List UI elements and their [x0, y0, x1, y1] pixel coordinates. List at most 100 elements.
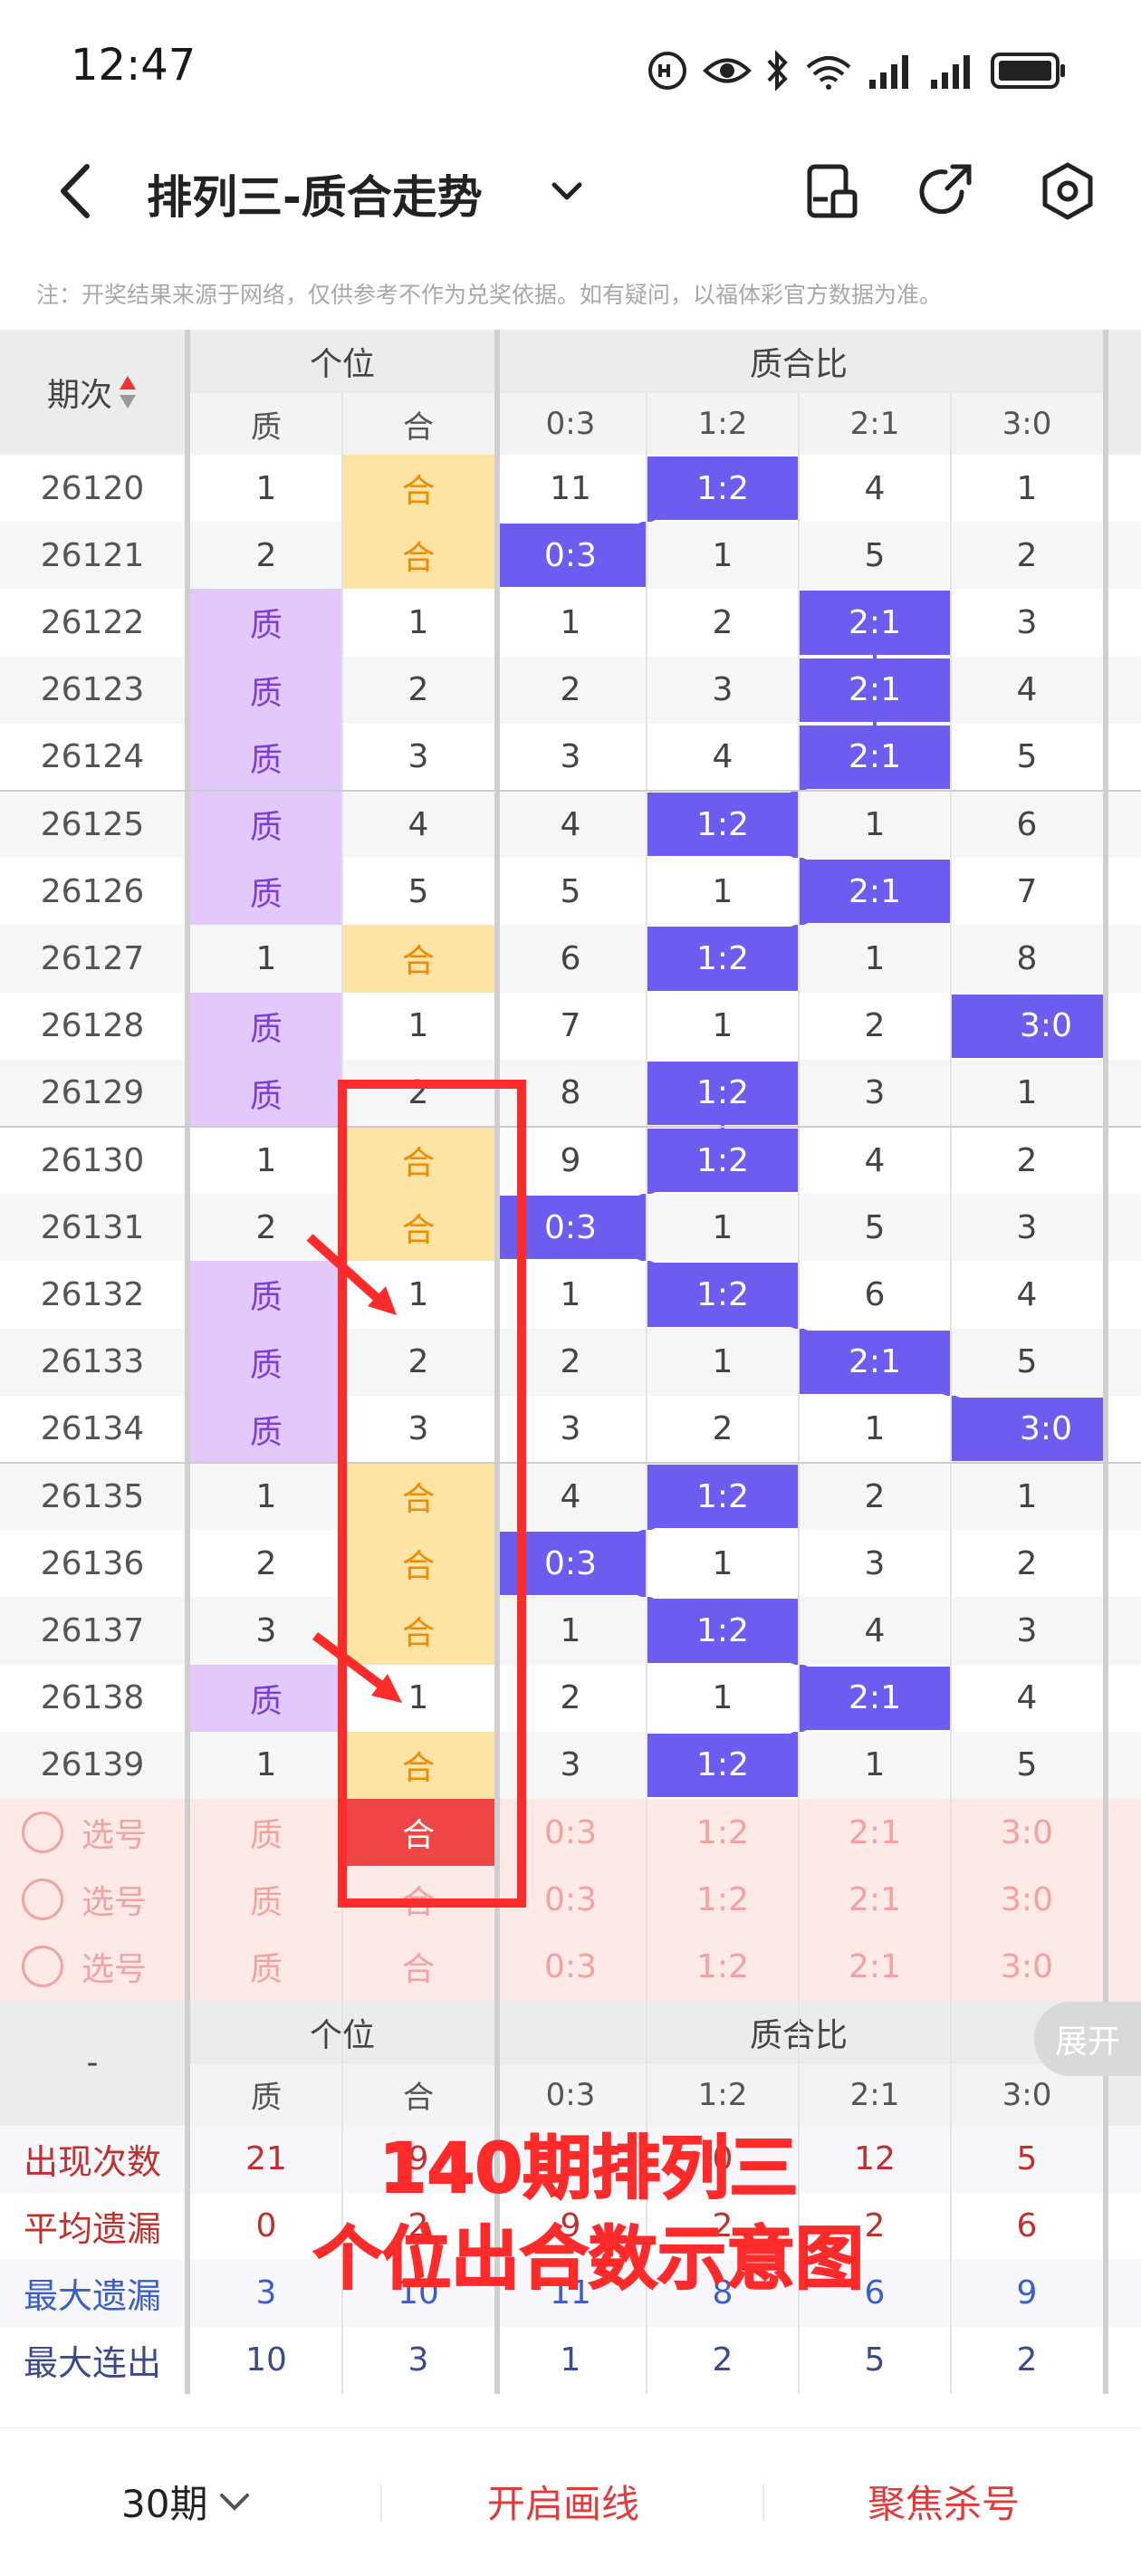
ratio-cell: 4	[799, 1127, 951, 1195]
edge-cell	[1103, 723, 1141, 791]
signal-icon-1	[869, 55, 908, 89]
status-bar: 12:47	[0, 0, 1141, 136]
he-cell: 合	[342, 925, 494, 993]
share-icon[interactable]	[915, 159, 978, 223]
select-option[interactable]: 质	[190, 1866, 342, 1934]
select-option[interactable]: 0:3	[494, 1933, 647, 2001]
issue-cell: 26123	[0, 656, 185, 724]
period-selector[interactable]: 30期	[121, 2474, 253, 2529]
ratio-cell: 5	[799, 1194, 951, 1262]
column-divider	[185, 330, 190, 2394]
column-divider-thin	[950, 393, 952, 2394]
ratio-cell: 3	[951, 589, 1103, 657]
page-title[interactable]: 排列三-质合走势	[147, 161, 483, 226]
select-option[interactable]: 1:2	[647, 1799, 799, 1867]
ratio-cell: 2	[494, 1328, 647, 1396]
edge-cell	[1103, 925, 1141, 993]
select-option[interactable]: 0:3	[494, 1866, 647, 1934]
ratio-cell: 3	[494, 723, 647, 791]
he-cell: 合	[342, 1530, 494, 1598]
he-cell: 合	[342, 1731, 494, 1799]
expand-button[interactable]: 展开	[1034, 2002, 1141, 2076]
select-option[interactable]: 2:1	[799, 1933, 951, 2001]
stat-value: 21	[190, 2125, 342, 2193]
issue-cell: 26134	[0, 1395, 185, 1463]
select-option[interactable]: 1:2	[647, 1933, 799, 2001]
select-option[interactable]: 3:0	[951, 1866, 1103, 1934]
ratio-cell: 1	[647, 858, 799, 926]
ratio-cell: 1:2	[647, 793, 799, 857]
zhi-cell: 1	[190, 1463, 342, 1531]
edge-cell	[1103, 589, 1141, 657]
ratio-cell: 2	[647, 1395, 799, 1463]
stat-value: 2	[647, 2326, 799, 2394]
select-option[interactable]: 质	[190, 1799, 342, 1867]
select-option[interactable]: 合	[342, 1933, 494, 2001]
select-option[interactable]: 0:3	[494, 1799, 647, 1867]
he-cell: 3	[342, 723, 494, 791]
select-option[interactable]: 合	[342, 1799, 494, 1867]
select-radio-icon[interactable]	[22, 1879, 63, 1921]
select-option[interactable]: 2:1	[799, 1799, 951, 1867]
ratio-cell: 1	[799, 925, 951, 993]
bluetooth-icon	[767, 50, 788, 91]
edge-cell	[1103, 791, 1141, 859]
sub-header-2: 0:3	[494, 393, 647, 455]
select-option[interactable]: 2:1	[799, 1866, 951, 1934]
select-option[interactable]: 合	[342, 1866, 494, 1934]
device-switch-icon[interactable]	[801, 159, 864, 223]
edge-cell	[1103, 522, 1141, 590]
he-cell: 1	[342, 589, 494, 657]
he-cell: 合	[342, 1463, 494, 1531]
bottom-separator	[762, 2485, 764, 2521]
settings-icon[interactable]	[1036, 159, 1099, 223]
ratio-cell: 1	[799, 1731, 951, 1799]
ratio-cell: 1:2	[647, 1263, 799, 1327]
issue-cell: 26132	[0, 1261, 185, 1329]
issue-cell: 26122	[0, 589, 185, 657]
edge-cell	[1103, 1127, 1141, 1195]
ratio-cell: 1	[647, 1194, 799, 1262]
footer-dash: -	[0, 2000, 185, 2126]
stat-value: 1	[494, 2326, 647, 2394]
edge-cell	[1103, 1328, 1141, 1396]
issue-cell: 26136	[0, 1530, 185, 1598]
stat-value: 9	[951, 2259, 1103, 2327]
ratio-cell: 1	[494, 589, 647, 657]
chevron-down-icon[interactable]	[547, 174, 587, 210]
ratio-cell: 3	[494, 1731, 647, 1799]
select-option[interactable]: 3:0	[951, 1799, 1103, 1867]
zhi-cell: 质	[190, 589, 342, 657]
zhi-cell: 1	[190, 1127, 342, 1195]
ratio-cell: 2	[951, 1127, 1103, 1195]
select-option[interactable]: 3:0	[951, 1933, 1103, 2001]
ratio-cell: 1:2	[647, 1129, 799, 1193]
ratio-cell: 1	[951, 455, 1103, 523]
ratio-cell: 1:2	[647, 1733, 799, 1797]
focus-kill-button[interactable]: 聚焦杀号	[868, 2474, 1020, 2529]
select-option[interactable]: 质	[190, 1933, 342, 2001]
edge-cell	[1103, 858, 1141, 926]
ratio-cell: 6	[799, 1261, 951, 1329]
ratio-cell: 1	[647, 1328, 799, 1396]
ratio-cell: 1	[494, 1597, 647, 1665]
column-divider-thin	[646, 393, 647, 2394]
select-option[interactable]: 1:2	[647, 1866, 799, 1934]
ratio-cell: 5	[951, 1731, 1103, 1799]
ratio-cell: 3	[647, 656, 799, 724]
ratio-cell: 7	[494, 992, 647, 1060]
ratio-cell: 2	[951, 1530, 1103, 1598]
ratio-cell: 2:1	[799, 1330, 951, 1394]
issue-column-header[interactable]: 期次	[0, 330, 185, 455]
ratio-cell: 1	[799, 791, 951, 859]
ratio-cell: 4	[494, 791, 647, 859]
back-arrow-icon[interactable]	[51, 159, 101, 223]
select-label-text: 选号	[82, 1884, 148, 1922]
sort-icon[interactable]	[118, 374, 138, 410]
sub-header-1: 合	[342, 393, 494, 455]
ratio-cell: 1	[494, 1261, 647, 1329]
select-radio-icon[interactable]	[22, 1946, 63, 1988]
select-radio-icon[interactable]	[22, 1812, 63, 1854]
draw-lines-button[interactable]: 开启画线	[487, 2474, 639, 2529]
ratio-cell: 4	[799, 455, 951, 523]
